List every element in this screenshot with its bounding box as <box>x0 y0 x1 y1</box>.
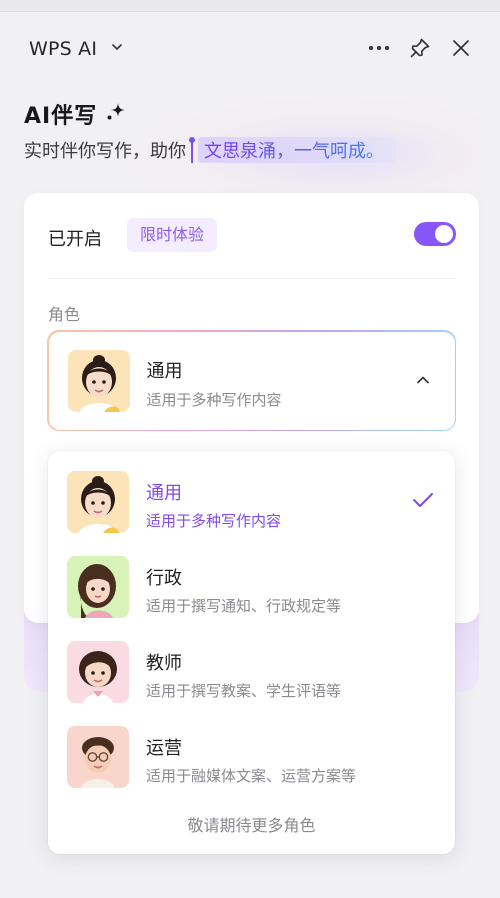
enable-toggle[interactable] <box>414 222 456 246</box>
top-edge <box>0 0 500 12</box>
more-button[interactable] <box>365 34 393 62</box>
role-option-name: 运营 <box>146 738 182 759</box>
avatar-teacher <box>67 641 129 703</box>
hero-subtitle-plain: 实时伴你写作，助你 <box>24 141 186 162</box>
close-button[interactable] <box>447 34 475 62</box>
role-option-description: 适用于撰写教案、学生评语等 <box>146 682 342 700</box>
more-roles-hint: 敬请期待更多角色 <box>187 816 316 835</box>
app-title[interactable]: WPS AI <box>29 38 97 60</box>
role-option-description: 适用于多种写作内容 <box>146 512 282 530</box>
pin-icon <box>410 38 430 58</box>
enabled-label: 已开启 <box>48 229 102 250</box>
text-cursor <box>189 137 195 163</box>
selected-role-name: 通用 <box>146 360 183 382</box>
avatar-general <box>67 471 129 533</box>
checkmark-icon <box>413 493 433 507</box>
role-dropdown: 通用 适用于多种写作内容 行政 适用于撰写通知、行政规定等 教师 适用于撰写教案… <box>48 451 455 854</box>
chevron-up-icon[interactable] <box>415 372 431 388</box>
role-option-teacher[interactable]: 教师 适用于撰写教案、学生评语等 <box>48 624 455 704</box>
wps-ai-panel: WPS AI AI伴写 实时伴你写作，助你 文思泉涌，一气呵成。 已开启 限时体… <box>0 0 500 898</box>
hero-title: AI伴写 <box>24 104 98 129</box>
role-option-description: 适用于融媒体文案、运营方案等 <box>146 767 357 785</box>
hero-subtitle-highlight-box: 文思泉涌，一气呵成。 <box>198 137 396 163</box>
hero-subtitle-highlight: 文思泉涌，一气呵成。 <box>204 141 384 162</box>
role-label: 角色 <box>48 305 81 324</box>
role-option-admin[interactable]: 行政 适用于撰写通知、行政规定等 <box>48 539 455 619</box>
role-select[interactable]: 通用 适用于多种写作内容 <box>47 330 456 431</box>
role-option-description: 适用于撰写通知、行政规定等 <box>146 597 342 615</box>
pin-button[interactable] <box>406 34 434 62</box>
role-option-operations[interactable]: 运营 适用于融媒体文案、运营方案等 <box>48 709 455 789</box>
avatar-general <box>67 349 130 412</box>
more-icon <box>369 46 389 50</box>
sparkle-icon <box>107 103 125 120</box>
role-option-general[interactable]: 通用 适用于多种写作内容 <box>48 454 455 534</box>
role-option-name: 行政 <box>146 568 182 589</box>
selected-role-description: 适用于多种写作内容 <box>146 390 282 409</box>
divider <box>48 278 455 279</box>
role-option-name: 通用 <box>146 483 182 504</box>
close-icon <box>453 40 469 56</box>
role-option-name: 教师 <box>146 653 182 674</box>
hero-subtitle: 实时伴你写作，助你 文思泉涌，一气呵成。 <box>24 137 396 163</box>
avatar-admin <box>67 556 129 618</box>
toggle-knob <box>435 225 453 243</box>
avatar-operations <box>67 726 129 788</box>
chevron-down-icon[interactable] <box>110 40 124 54</box>
panel-header: WPS AI <box>0 26 500 72</box>
trial-badge: 限时体验 <box>127 218 218 252</box>
